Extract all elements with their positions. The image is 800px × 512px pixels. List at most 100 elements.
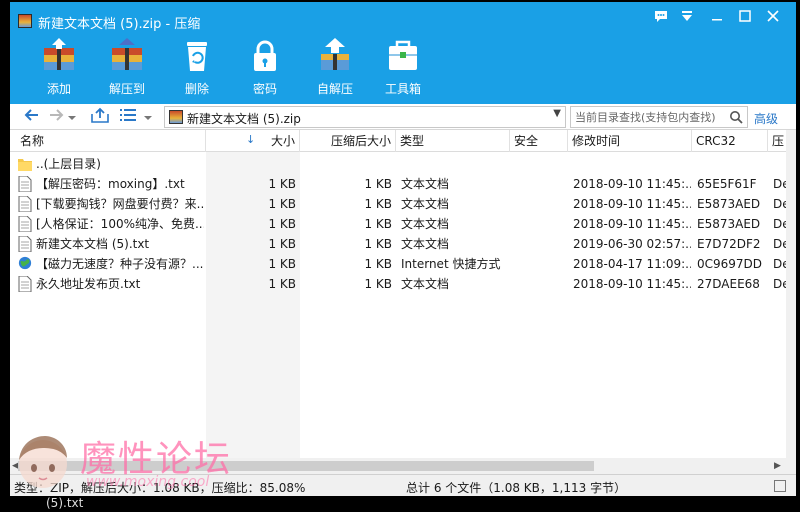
text-file-icon [18,195,32,213]
toolbar: 添加 解压到 删除 密码 自解压 工具箱 [10,36,796,104]
file-row[interactable]: 永久地址发布页.txt 1 KB 1 KB 文本文档 2018-09-10 11:45:… [10,274,786,294]
column-header-security[interactable]: 安全 [510,130,568,152]
delete-icon [187,42,207,71]
archive-app-icon [18,14,32,28]
file-row[interactable]: ..(上层目录) [10,154,786,174]
resize-grip-icon[interactable] [774,480,786,492]
column-header-crc32[interactable]: CRC32 [692,130,768,152]
cell-size [206,154,296,174]
address-bar: 新建文本文档 (5).zip ▼ 高级 [10,104,796,130]
cell-name: ..(上层目录) [36,157,101,171]
menu-icon[interactable] [674,8,700,30]
up-folder-button[interactable] [90,107,110,127]
file-row[interactable]: 新建文本文档 (5).txt 1 KB 1 KB 文本文档 2019-06-30 02:… [10,234,786,254]
vertical-scrollbar[interactable] [786,130,796,460]
cell-security [515,174,567,194]
path-field[interactable]: 新建文本文档 (5).zip ▼ [164,106,566,128]
cell-crc32: E5873AED [697,197,761,211]
path-text: 新建文本文档 (5).zip [187,112,301,126]
back-button[interactable] [22,107,42,127]
file-total: 总计 6 个文件（1.08 KB，1,113 字节） [406,481,627,495]
delete-button[interactable]: 删除 [166,38,228,102]
cell-crc32: 0C9697DD [697,257,763,271]
file-row[interactable]: 【磁力无速度？种子没有源？... 1 KB 1 KB Internet 快捷方式 201… [10,254,786,274]
title-bar: 新建文本文档 (5).zip - 压缩 [10,2,796,36]
password-button[interactable]: 密码 [234,38,296,102]
file-list: 名称 大小 压缩后大小 类型 安全 修改时间 CRC32 压 ↓ ..(上层目录… [10,130,786,458]
cell-security [515,194,567,214]
cell-modified: 2018-04-17 11:09:... [573,257,691,271]
delete-label: 删除 [184,82,209,96]
horizontal-scroll-thumb[interactable] [18,461,594,471]
cell-crc32: 65E5F61F [697,177,757,191]
cell-modified: 2018-09-10 11:45:... [573,197,691,211]
archive-window: 新建文本文档 (5).zip - 压缩 添加 解压到 删除 密码 自解压 工具箱… [10,2,796,496]
cell-security [515,254,567,274]
status-bar: 类型：ZIP，解压后大小：1.08 KB，压缩比：85.08% 总计 6 个文件… [10,474,796,496]
view-mode-button[interactable] [118,107,138,127]
cell-type: 文本文档 [401,277,450,291]
maximize-icon[interactable] [732,8,758,30]
internet-shortcut-icon [18,256,32,272]
cell-type: 文本文档 [401,217,450,231]
cell-packed-size [300,154,392,174]
horizontal-scrollbar[interactable]: ◀ ▶ [10,458,786,474]
chevron-down-icon [68,116,76,120]
folder-icon [18,156,32,172]
cell-modified: 2018-09-10 11:45:... [573,277,691,291]
cell-method: De [773,177,786,191]
toolbox-button[interactable]: 工具箱 [372,38,434,102]
file-row[interactable]: 【解压密码：moxing】.txt 1 KB 1 KB 文本文档 2018-09-10 … [10,174,786,194]
cell-crc32 [697,154,767,174]
cell-packed-size: 1 KB [364,257,392,271]
minimize-icon[interactable] [704,8,730,30]
cell-name: [人格保证：100%纯净、免费... [36,217,204,231]
cell-type: 文本文档 [401,177,450,191]
cell-method: De [773,217,786,231]
cell-modified [573,154,691,174]
cell-packed-size: 1 KB [364,277,392,291]
cell-size: 1 KB [268,237,296,251]
cell-type: 文本文档 [401,237,450,251]
search-input[interactable] [575,109,725,125]
cell-packed-size: 1 KB [364,177,392,191]
column-header-packed[interactable]: 压缩后大小 [300,130,396,152]
list-view-icon [120,109,136,121]
text-file-icon [18,175,32,193]
chevron-down-icon[interactable]: ▼ [553,108,561,119]
close-icon[interactable] [760,8,786,30]
history-dropdown[interactable] [66,107,78,127]
cell-type [401,154,511,174]
search-icon[interactable] [729,110,743,124]
file-row[interactable]: [人格保证：100%纯净、免费... 1 KB 1 KB 文本文档 2018-09-10… [10,214,786,234]
column-header-name[interactable]: 名称 [10,130,206,152]
column-header-type[interactable]: 类型 [396,130,510,152]
window-title: 新建文本文档 (5).zip - 压缩 [38,17,201,32]
forward-button[interactable] [46,107,66,127]
cell-name: 【磁力无速度？种子没有源？... [36,257,204,271]
add-button[interactable]: 添加 [28,38,90,102]
zip-archive-icon [169,110,183,124]
column-header-row: 名称 大小 压缩后大小 类型 安全 修改时间 CRC32 压 ↓ [10,130,786,152]
chat-icon[interactable] [648,8,674,30]
cell-crc32: 27DAEE68 [697,277,760,291]
cell-type: Internet 快捷方式 [401,257,501,271]
cell-size: 1 KB [268,217,296,231]
search-box [570,106,748,128]
cell-modified: 2019-06-30 02:57:... [573,237,691,251]
cell-size: 1 KB [268,177,296,191]
view-mode-dropdown[interactable] [142,107,154,127]
self-extract-button[interactable]: 自解压 [304,38,366,102]
extract-to-label: 解压到 [108,82,145,96]
extract-to-icon [112,38,142,70]
column-header-method[interactable]: 压 [768,130,786,152]
cell-name: [下载要掏钱？网盘要付费？来... [36,197,204,211]
scroll-right-icon[interactable]: ▶ [774,461,781,471]
file-row[interactable]: [下载要掏钱？网盘要付费？来... 1 KB 1 KB 文本文档 2018-09-10 … [10,194,786,214]
self-extract-icon [321,38,349,70]
extract-to-button[interactable]: 解压到 [96,38,158,102]
advanced-search-link[interactable]: 高级 [754,110,778,127]
column-header-modified[interactable]: 修改时间 [568,130,692,152]
cell-modified: 2018-09-10 11:45:... [573,217,691,231]
cell-security [515,274,567,294]
